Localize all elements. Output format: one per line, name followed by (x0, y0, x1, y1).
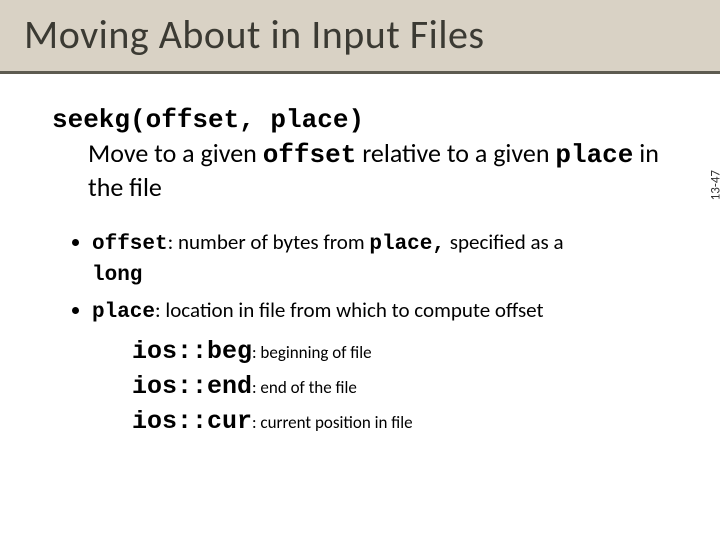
ios-beg-code: ios::beg (132, 337, 252, 366)
slide-number: 13-47 (708, 170, 720, 200)
flag-cur: ios::cur: current position in file (132, 404, 668, 439)
place-code: place (92, 301, 155, 324)
bullet-text: : location in file from which to compute… (155, 297, 544, 323)
seekg-block: seekg(offset, place) Move to a given off… (52, 104, 668, 204)
place-code: place, (369, 233, 445, 256)
flag-end: ios::end: end of the file (132, 369, 668, 404)
seekg-description: Move to a given offset relative to a giv… (88, 137, 668, 204)
seekg-signature: seekg(offset, place) (52, 104, 668, 137)
bullet-text: specified as a (445, 229, 564, 255)
bullet-place: place: location in file from which to co… (92, 296, 668, 327)
flags-block: ios::beg: beginning of file ios::end: en… (132, 334, 668, 439)
slide: Moving About in Input Files 13-47 seekg(… (0, 0, 720, 540)
slide-body: seekg(offset, place) Move to a given off… (0, 74, 720, 439)
offset-code: offset (92, 233, 168, 256)
flag-desc: : end of the file (252, 377, 357, 398)
bullet-list: offset: number of bytes from place, spec… (52, 228, 668, 328)
flag-desc: : current position in file (252, 412, 413, 433)
seekg-offset-code: offset (263, 140, 357, 170)
ios-end-code: ios::end (132, 372, 252, 401)
long-code: long (92, 264, 142, 287)
bullet-text: : number of bytes from (168, 229, 370, 255)
ios-cur-code: ios::cur (132, 407, 252, 436)
bullet-offset: offset: number of bytes from place, spec… (92, 228, 668, 291)
title-band: Moving About in Input Files (0, 0, 720, 74)
seekg-place-code: place (555, 140, 633, 170)
seekg-desc-text: relative to a given (356, 137, 555, 169)
flag-beg: ios::beg: beginning of file (132, 334, 668, 369)
flag-desc: : beginning of file (252, 342, 372, 363)
seekg-desc-text: Move to a given (88, 137, 263, 169)
slide-title: Moving About in Input Files (24, 10, 696, 59)
